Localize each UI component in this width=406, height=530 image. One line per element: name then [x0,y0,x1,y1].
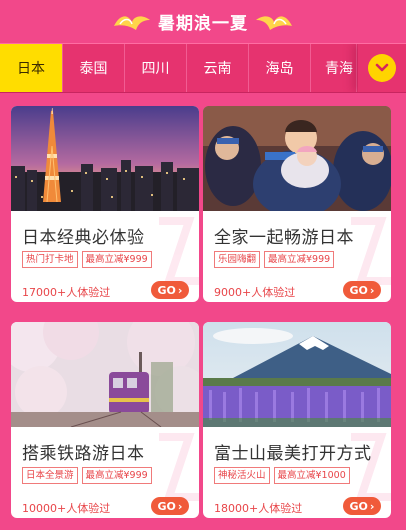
tab-qinghai[interactable]: 青海 [311,44,357,92]
card-tag: 最高立减¥1000 [273,467,350,484]
tab-sichuan[interactable]: 四川 [125,44,187,92]
destination-tabs: 日本 泰国 四川 云南 海岛 青海 [0,43,406,93]
chevron-down-icon [368,54,396,82]
train-cherry-blossom-image [11,322,199,427]
card-tag: 乐园嗨翻 [214,251,261,268]
tab-japan[interactable]: 日本 [0,44,63,92]
go-label: GO [349,283,368,297]
product-card[interactable]: 富士山最美打开方式 神秘活火山 最高立减¥1000 18000+人体验过 GO › [203,322,391,518]
card-tag: 神秘活火山 [214,467,270,484]
experience-count: 10000+人体验过 [22,502,111,515]
experience-count: 9000+人体验过 [214,286,296,299]
card-tag: 热门打卡地 [22,251,78,268]
go-label: GO [349,499,368,513]
experience-count: 17000+人体验过 [22,286,111,299]
wave-icon [114,16,150,30]
card-title: 富士山最美打开方式 [214,444,372,464]
wave-icon [256,16,292,30]
tokyo-tower-night-image [11,106,199,211]
go-label: GO [157,499,176,513]
go-button[interactable]: GO › [343,497,381,515]
decor-icon [159,433,199,501]
card-title: 搭乘铁路游日本 [22,444,145,464]
chevron-right-icon: › [177,283,183,297]
go-button[interactable]: GO › [151,497,189,515]
product-card[interactable]: 日本经典必体验 热门打卡地 最高立减¥999 17000+人体验过 GO › [11,106,199,302]
tab-thailand[interactable]: 泰国 [63,44,125,92]
card-tag: 日本全景游 [22,467,78,484]
card-title: 全家一起畅游日本 [214,228,354,248]
page-title: 暑期浪一夏 [158,13,248,34]
chevron-right-icon: › [369,283,375,297]
go-label: GO [157,283,176,297]
mount-fuji-lavender-image [203,322,391,427]
product-card[interactable]: 全家一起畅游日本 乐园嗨翻 最高立减¥999 9000+人体验过 GO › [203,106,391,302]
go-button[interactable]: GO › [343,281,381,299]
chevron-right-icon: › [369,499,375,513]
card-tag: 最高立减¥999 [264,251,335,268]
tab-islands[interactable]: 海岛 [249,44,311,92]
family-festival-image [203,106,391,211]
card-tag: 最高立减¥999 [81,251,152,268]
decor-icon [159,217,199,285]
experience-count: 18000+人体验过 [214,502,303,515]
chevron-right-icon: › [177,499,183,513]
card-tag: 最高立减¥999 [81,467,152,484]
go-button[interactable]: GO › [151,281,189,299]
tab-yunnan[interactable]: 云南 [187,44,249,92]
card-title: 日本经典必体验 [22,228,145,248]
page-header: 暑期浪一夏 [0,0,406,42]
more-tabs-button[interactable] [358,44,406,92]
product-card[interactable]: 搭乘铁路游日本 日本全景游 最高立减¥999 10000+人体验过 GO › [11,322,199,518]
